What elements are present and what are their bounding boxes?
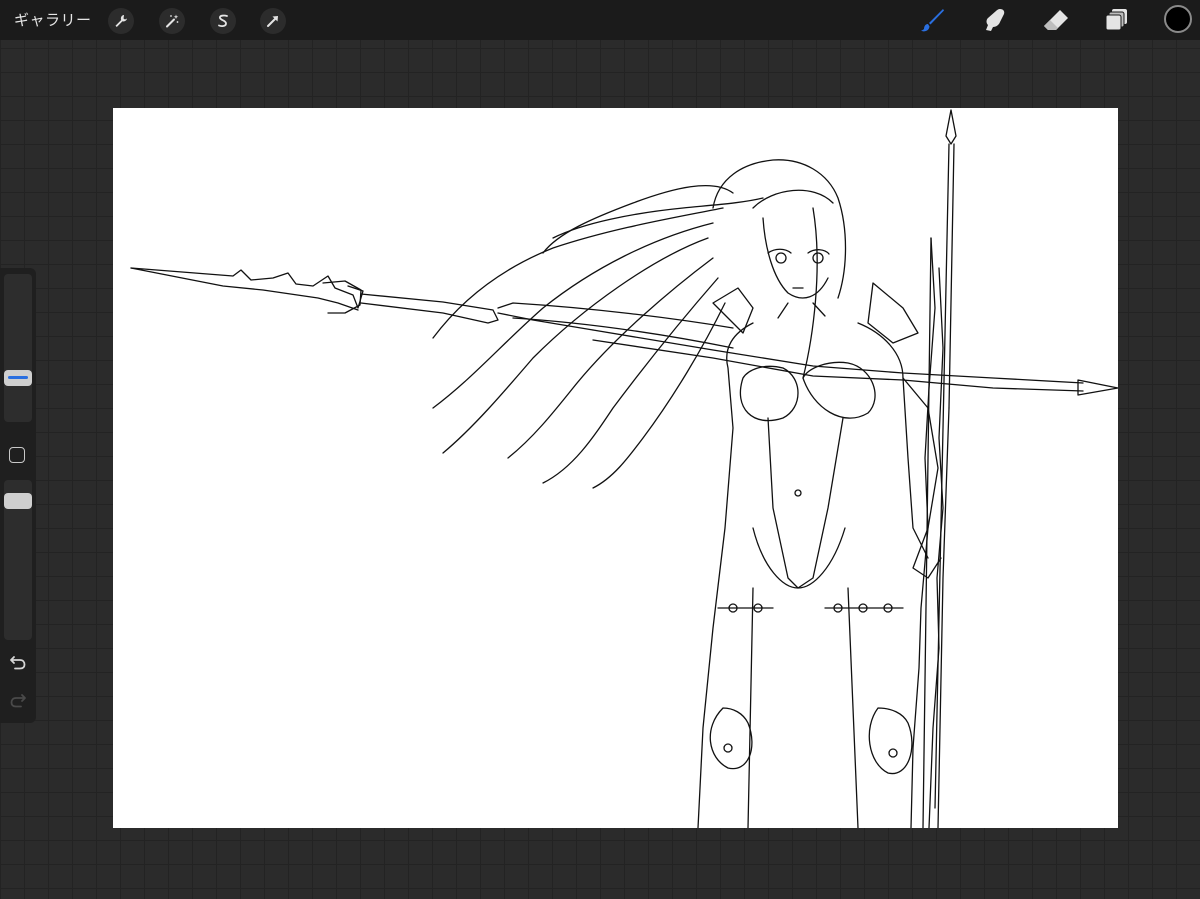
color-swatch-button[interactable] [1164, 5, 1192, 33]
hair [432, 184, 818, 489]
actions-button[interactable] [108, 8, 134, 34]
transform-button[interactable] [260, 8, 286, 34]
arm [497, 282, 919, 349]
magic-wand-icon [166, 14, 179, 28]
top-toolbar: ギャラリー [0, 0, 1200, 40]
drawing-canvas[interactable] [113, 108, 1118, 828]
redo-button[interactable] [7, 690, 29, 712]
undo-icon [10, 656, 26, 670]
brush-size-slider[interactable] [4, 274, 32, 422]
horizontal-spear [130, 267, 1118, 396]
smudge-finger-icon [986, 9, 1005, 31]
eraser-tool-button[interactable] [1041, 5, 1071, 35]
vertical-spear [910, 109, 957, 828]
brush-size-thumb[interactable] [4, 370, 32, 386]
arrow-cursor-icon [267, 16, 278, 27]
layers-icon [1105, 9, 1127, 31]
brush-tool-button[interactable] [917, 5, 947, 35]
modify-button[interactable] [9, 447, 25, 463]
smudge-tool-button[interactable] [979, 5, 1009, 35]
redo-icon [10, 694, 26, 708]
wrench-icon [115, 15, 127, 27]
left-sidebar [0, 268, 36, 723]
brush-icon [921, 9, 944, 32]
adjustments-button[interactable] [159, 8, 185, 34]
body [697, 302, 942, 828]
opacity-thumb[interactable] [4, 493, 32, 509]
undo-button[interactable] [7, 652, 29, 674]
eraser-icon [1044, 10, 1068, 30]
selection-button[interactable] [210, 8, 236, 34]
selection-s-icon [218, 14, 228, 27]
gallery-button[interactable]: ギャラリー [14, 0, 92, 40]
head [712, 159, 847, 299]
line-art-illustration [130, 109, 1118, 828]
layers-button[interactable] [1102, 5, 1132, 35]
